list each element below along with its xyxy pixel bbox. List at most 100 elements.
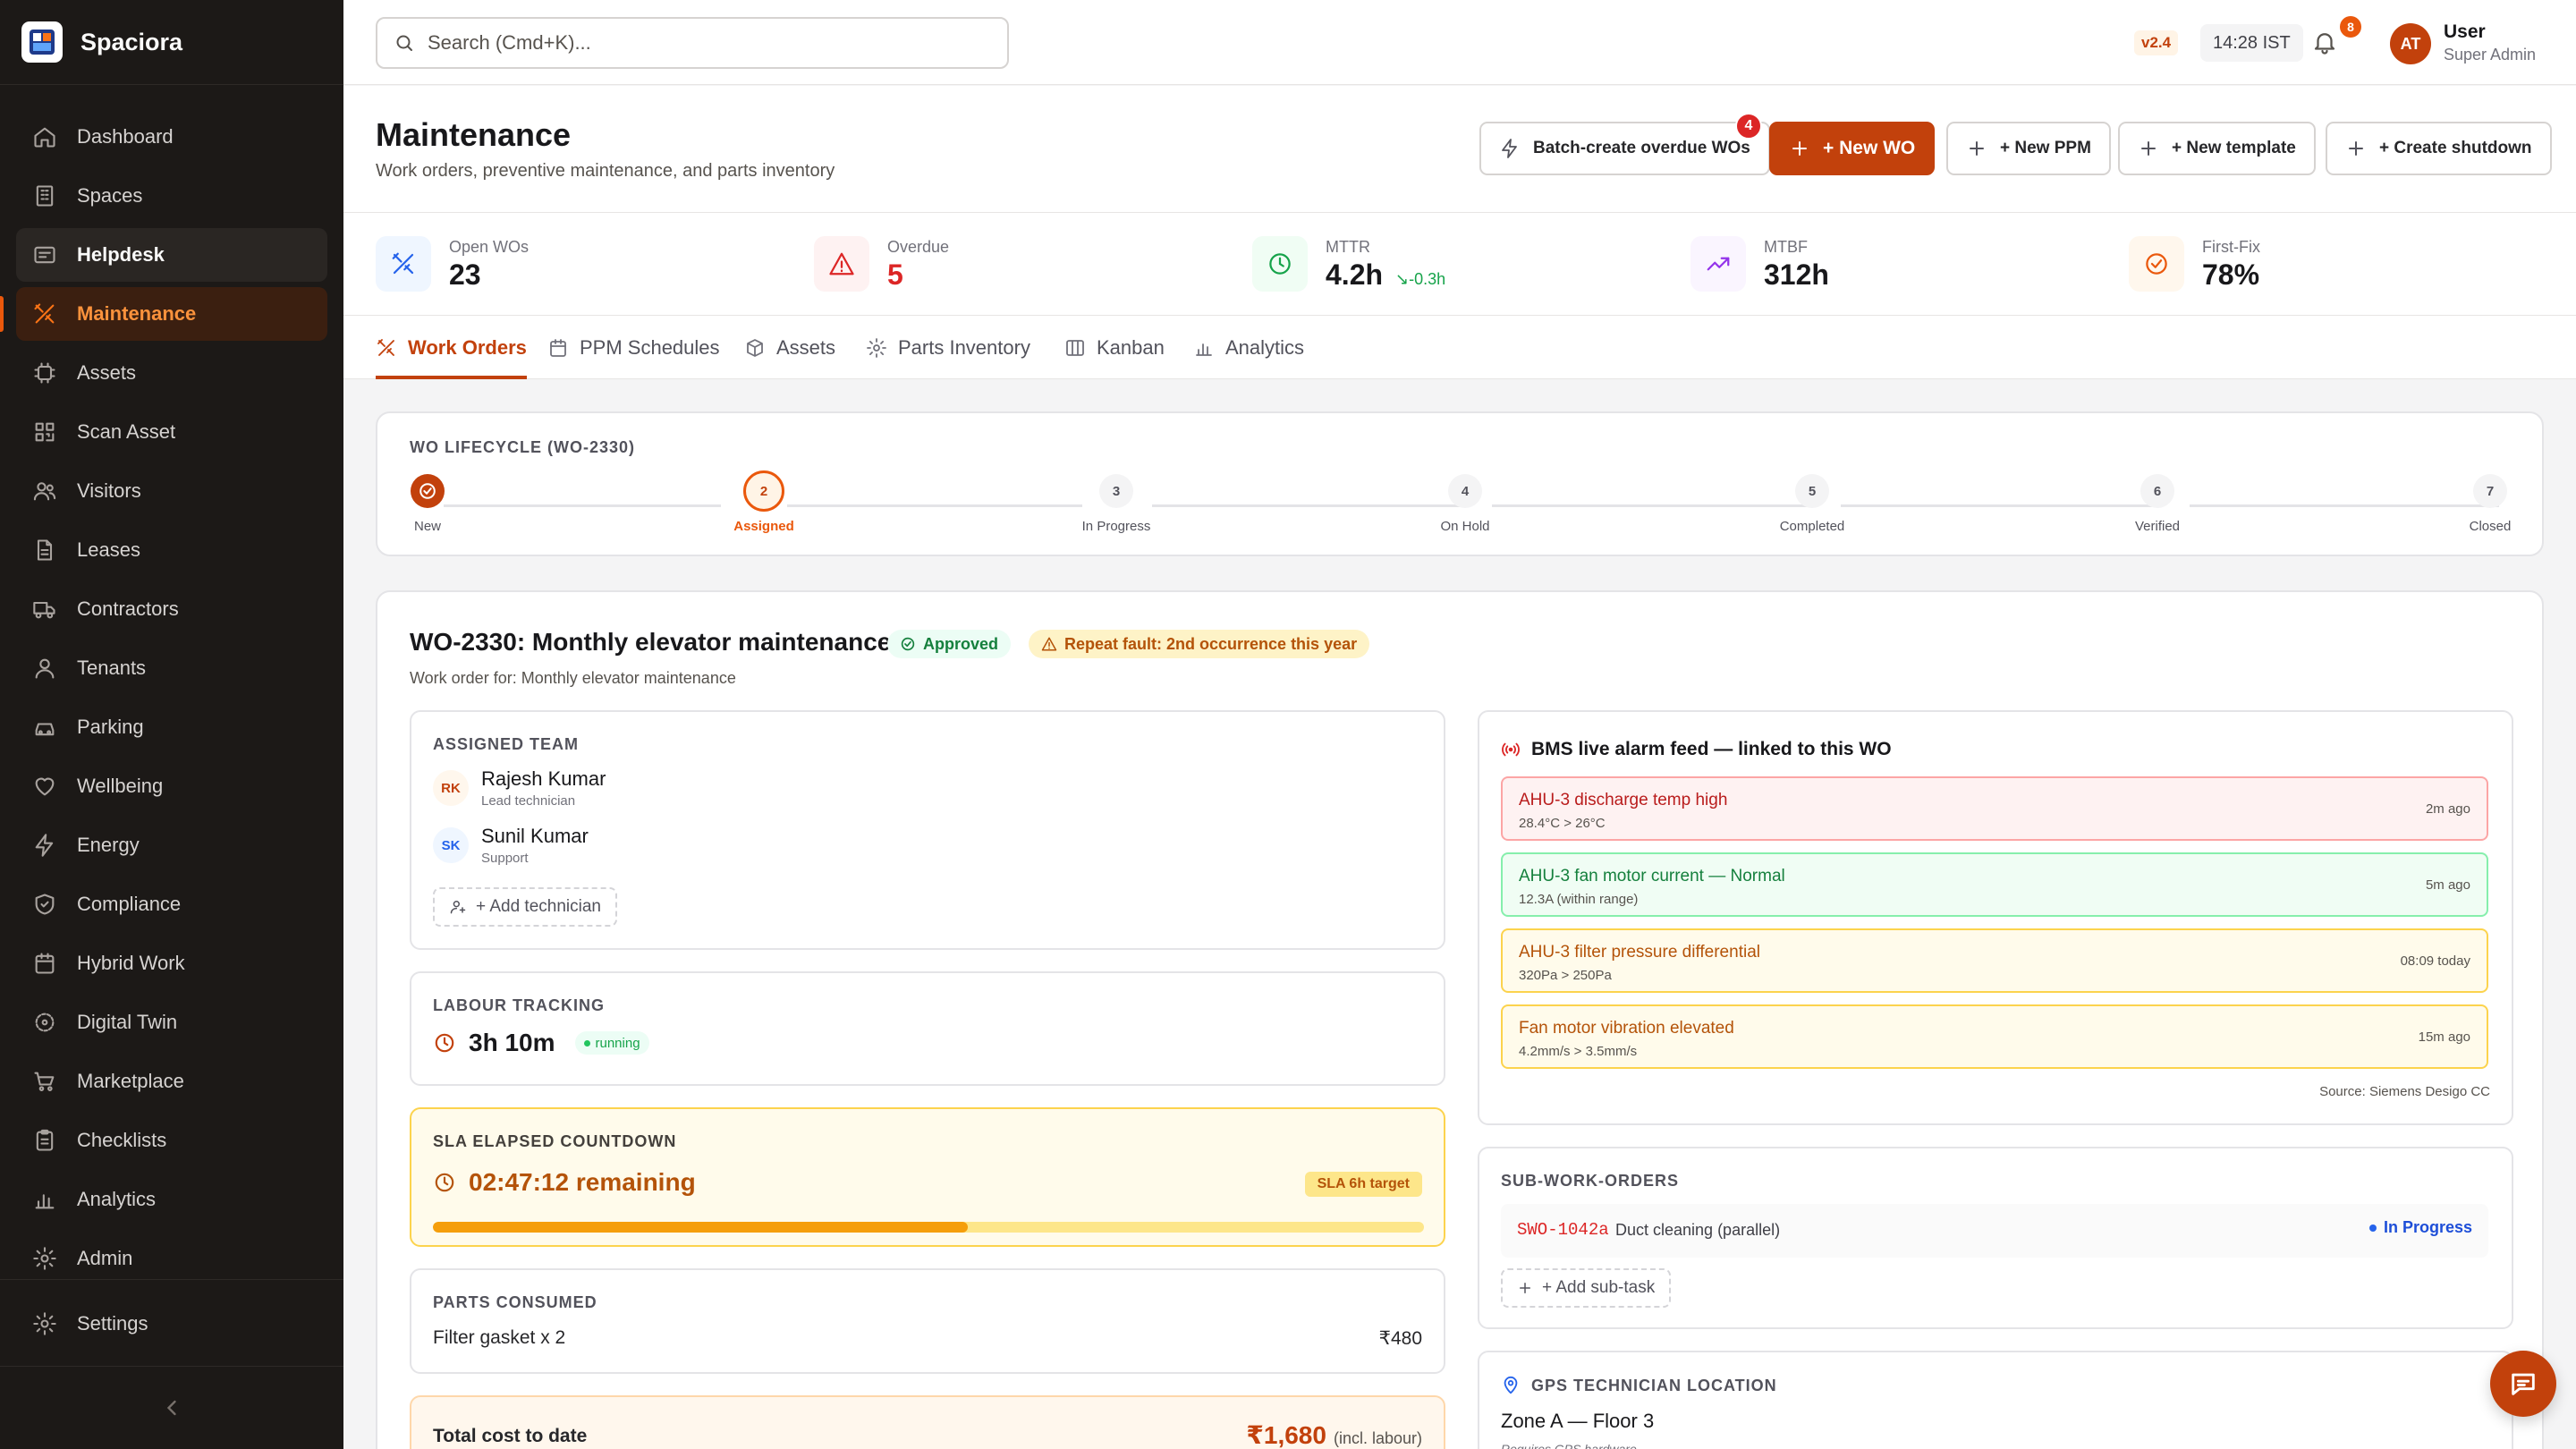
sidebar-item-label: Analytics <box>77 1188 157 1210</box>
overdue-count-badge: 4 <box>1735 113 1762 140</box>
sidebar-item-contractors[interactable]: Contractors <box>16 582 327 636</box>
lifecycle-step-assigned[interactable]: 2 Assigned <box>719 470 809 534</box>
alarm-item[interactable]: AHU-3 filter pressure differential 320Pa… <box>1501 928 2488 993</box>
member-name: Sunil Kumar <box>481 825 589 847</box>
search-input[interactable] <box>428 31 982 55</box>
gear-icon <box>866 337 887 359</box>
lifecycle-connector <box>1841 504 2159 507</box>
create-shutdown-button[interactable]: + Create shutdown <box>2326 122 2552 175</box>
shield-icon <box>32 892 57 917</box>
lifecycle-step-number: 7 <box>2473 474 2507 508</box>
sidebar-item-dashboard[interactable]: Dashboard <box>16 110 327 164</box>
kpi-first-fix: First-Fix 78% <box>2129 236 2260 293</box>
sidebar-item-wellbeing[interactable]: Wellbeing <box>16 759 327 813</box>
check-circle-icon <box>900 636 916 652</box>
sidebar-item-spaces[interactable]: Spaces <box>16 169 327 223</box>
button-label: + New template <box>2172 139 2296 157</box>
tab-parts-inventory[interactable]: Parts Inventory <box>866 316 1030 379</box>
kpi-mttr: MTTR 4.2h ↘-0.3h <box>1252 236 1445 293</box>
sidebar-item-leases[interactable]: Leases <box>16 523 327 577</box>
lifecycle-step-label: In Progress <box>1081 519 1151 534</box>
sidebar-item-tenants[interactable]: Tenants <box>16 641 327 695</box>
lifecycle-step-number: 4 <box>1448 474 1482 508</box>
clock-icon <box>433 1171 456 1194</box>
lifecycle-step-new[interactable]: New <box>383 474 472 534</box>
team-member[interactable]: SK Sunil Kumar Support <box>433 825 589 866</box>
sub-wo-desc: Duct cleaning (parallel) <box>1615 1221 1781 1239</box>
chat-icon <box>2512 1373 2535 1395</box>
batch-create-overdue-button[interactable]: Batch-create overdue WOs <box>1479 122 1770 175</box>
tab-analytics[interactable]: Analytics <box>1193 316 1304 379</box>
lifecycle-step-closed[interactable]: 7 Closed <box>2445 474 2535 534</box>
sidebar-item-visitors[interactable]: Visitors <box>16 464 327 518</box>
sidebar-item-hybrid-work[interactable]: Hybrid Work <box>16 936 327 990</box>
sidebar-item-maintenance[interactable]: Maintenance <box>0 287 327 341</box>
alarm-title: Fan motor vibration elevated <box>1519 1019 1734 1038</box>
sidebar-item-settings[interactable]: Settings <box>16 1297 327 1351</box>
user-role: Super Admin <box>2444 46 2537 64</box>
alarm-time: 08:09 today <box>2400 953 2470 969</box>
sidebar-item-assets[interactable]: Assets <box>16 346 327 400</box>
add-technician-button[interactable]: + Add technician <box>433 887 617 927</box>
sub-wo-row[interactable]: SWO-1042a Duct cleaning (parallel) In Pr… <box>1501 1204 2488 1258</box>
sidebar-item-analytics[interactable]: Analytics <box>16 1173 327 1226</box>
button-label: + New PPM <box>2000 139 2091 157</box>
tab-kanban[interactable]: Kanban <box>1064 316 1165 379</box>
alarm-title: AHU-3 filter pressure differential <box>1519 943 1760 962</box>
tab-assets[interactable]: Assets <box>744 316 835 379</box>
sub-wo-id[interactable]: SWO-1042a <box>1517 1220 1609 1240</box>
sub-wo-status: In Progress <box>2368 1218 2472 1237</box>
button-label: Batch-create overdue WOs <box>1533 139 1750 157</box>
lifecycle-connector <box>444 504 721 507</box>
tab-work-orders[interactable]: Work Orders <box>376 316 527 379</box>
sidebar-item-label: Checklists <box>77 1129 167 1151</box>
team-member[interactable]: RK Rajesh Kumar Lead technician <box>433 767 606 809</box>
kpi-open-wos: Open WOs 23 <box>376 236 529 293</box>
sidebar-item-helpdesk[interactable]: Helpdesk <box>16 228 327 282</box>
lifecycle-step-completed[interactable]: 5 Completed <box>1767 474 1857 534</box>
new-template-button[interactable]: + New template <box>2118 122 2316 175</box>
lifecycle-step-label: Completed <box>1779 519 1845 534</box>
sidebar-item-digital-twin[interactable]: Digital Twin <box>16 996 327 1049</box>
qr-icon <box>32 419 57 445</box>
check-circle-icon <box>2129 236 2184 292</box>
sidebar-item-marketplace[interactable]: Marketplace <box>16 1055 327 1108</box>
new-wo-button[interactable]: + New WO <box>1769 122 1936 175</box>
page-header: Maintenance Work orders, preventive main… <box>343 86 2576 213</box>
tab-label: Work Orders <box>408 335 527 359</box>
avatar[interactable]: AT <box>2390 23 2431 64</box>
part-name: Filter gasket x 2 <box>433 1327 566 1348</box>
add-sub-task-button[interactable]: + Add sub-task <box>1501 1268 1672 1308</box>
panel-title: Sub-Work-Orders <box>1501 1172 1679 1190</box>
search-box[interactable] <box>376 17 1009 69</box>
tab-label: Analytics <box>1225 335 1305 359</box>
sidebar-item-parking[interactable]: Parking <box>16 700 327 754</box>
lifecycle-step-in-progress[interactable]: 3 In Progress <box>1072 474 1161 534</box>
repeat-fault-badge: Repeat fault: 2nd occurrence this year <box>1029 630 1370 658</box>
kpi-value: 4.2h <box>1326 258 1384 291</box>
sidebar-item-label: Scan Asset <box>77 420 176 443</box>
bell-icon[interactable] <box>2311 29 2338 55</box>
brand-logo-icon <box>21 21 63 63</box>
lifecycle-step-on-hold[interactable]: 4 On Hold <box>1420 474 1510 534</box>
collapse-sidebar-button[interactable] <box>159 1395 184 1420</box>
sidebar-item-checklists[interactable]: Checklists <box>16 1114 327 1167</box>
new-ppm-button[interactable]: + New PPM <box>1946 122 2111 175</box>
alarm-item[interactable]: Fan motor vibration elevated 4.2mm/s > 3… <box>1501 1004 2488 1069</box>
sidebar-item-admin[interactable]: Admin <box>16 1232 327 1285</box>
alarm-item[interactable]: AHU-3 fan motor current — Normal 12.3A (… <box>1501 852 2488 917</box>
brand[interactable]: Spaciora <box>21 21 182 63</box>
sidebar-item-energy[interactable]: Energy <box>16 818 327 872</box>
tab-ppm-schedules[interactable]: PPM Schedules <box>547 316 720 379</box>
alarm-item[interactable]: AHU-3 discharge temp high 28.4°C > 26°C … <box>1501 776 2488 841</box>
clock-icon <box>433 1031 456 1055</box>
sidebar-item-scan-asset[interactable]: Scan Asset <box>16 405 327 459</box>
sidebar-item-label: Dashboard <box>77 125 174 148</box>
user-name[interactable]: User <box>2444 21 2486 43</box>
panel-title: BMS live alarm feed — linked to this WO <box>1531 739 1892 759</box>
lifecycle-step-verified[interactable]: 6 Verified <box>2113 474 2202 534</box>
sidebar-item-compliance[interactable]: Compliance <box>16 877 327 931</box>
chat-button[interactable] <box>2490 1351 2556 1417</box>
building-icon <box>32 183 57 208</box>
tab-label: PPM Schedules <box>580 335 720 359</box>
